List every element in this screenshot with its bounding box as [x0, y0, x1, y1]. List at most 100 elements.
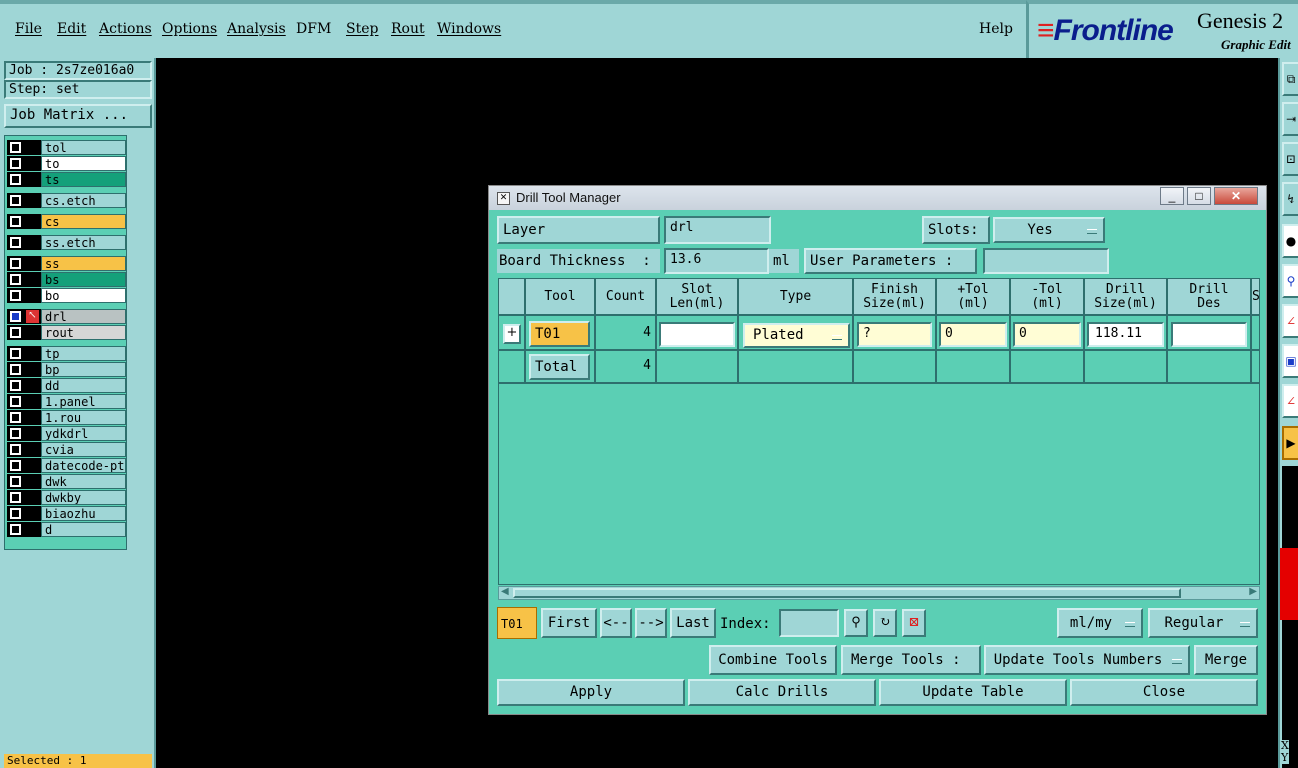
menu-actions[interactable]: Actions — [99, 21, 152, 37]
units-dropdown[interactable]: ml/my — [1057, 608, 1143, 638]
layer-name[interactable]: drl — [41, 309, 126, 324]
minus-tol-field[interactable]: 0 — [1013, 322, 1081, 347]
user-parameters-button[interactable]: User Parameters : — [804, 248, 977, 274]
layer-row-cs[interactable]: cs — [7, 214, 126, 229]
window-close-button[interactable]: ✕ — [1214, 187, 1258, 205]
tool-button-1[interactable]: ⧉ — [1282, 62, 1298, 96]
tool-button-4[interactable]: ↯ — [1282, 182, 1298, 216]
layer-row-tol[interactable]: tol — [7, 140, 126, 155]
tool-t01-button[interactable]: T01 — [529, 321, 590, 347]
layer-name[interactable]: ydkdrl — [41, 426, 126, 441]
tool-button-5[interactable]: ● — [1282, 224, 1298, 258]
layer-row-1-rou[interactable]: 1.rou — [7, 410, 126, 425]
layer-checkbox[interactable] — [10, 348, 21, 359]
layer-row-ydkdrl[interactable]: ydkdrl — [7, 426, 126, 441]
previous-button[interactable]: <-- — [600, 608, 632, 638]
layer-name[interactable]: dwk — [41, 474, 126, 489]
layer-checkbox[interactable] — [10, 195, 21, 206]
layer-name[interactable]: tol — [41, 140, 126, 155]
index-field[interactable] — [779, 609, 839, 637]
menu-rout[interactable]: Rout — [391, 21, 425, 37]
drill-size-field[interactable]: 118.11 — [1087, 322, 1164, 347]
layer-row-rout[interactable]: rout — [7, 325, 126, 340]
layer-row-ts[interactable]: ts — [7, 172, 126, 187]
layer-name[interactable]: dd — [41, 378, 126, 393]
menu-analysis[interactable]: Analysis — [227, 21, 286, 37]
row-expand-icon[interactable]: + — [503, 324, 521, 344]
apply-button[interactable]: Apply — [497, 679, 685, 706]
finish-size-field[interactable]: ? — [857, 322, 932, 347]
layer-name[interactable]: datecode-pt — [41, 458, 126, 473]
layer-name[interactable]: 1.panel — [41, 394, 126, 409]
layer-name[interactable]: bo — [41, 288, 126, 303]
layer-name[interactable]: ss — [41, 256, 126, 271]
layer-checkbox[interactable] — [10, 508, 21, 519]
layer-row-biaozhu[interactable]: biaozhu — [7, 506, 126, 521]
layer-checkbox[interactable] — [10, 396, 21, 407]
update-table-button[interactable]: Update Table — [879, 679, 1067, 706]
menu-dfm[interactable]: DFM — [296, 21, 331, 37]
layer-name[interactable]: ts — [41, 172, 126, 187]
tool-button-3[interactable]: ⊡ — [1282, 142, 1298, 176]
menu-windows[interactable]: Windows — [437, 21, 501, 37]
refresh-icon[interactable]: ↻ — [873, 609, 897, 637]
scroll-right-icon[interactable]: ▶ — [1249, 586, 1257, 597]
tool-button-8[interactable]: ▣ — [1282, 344, 1298, 378]
layer-checkbox[interactable] — [10, 364, 21, 375]
layer-checkbox[interactable] — [10, 216, 21, 227]
layer-name[interactable]: to — [41, 156, 126, 171]
layer-row-1-panel[interactable]: 1.panel — [7, 394, 126, 409]
layer-checkbox[interactable] — [10, 460, 21, 471]
layer-name[interactable]: bp — [41, 362, 126, 377]
layer-name[interactable]: tp — [41, 346, 126, 361]
layer-checkbox[interactable] — [10, 237, 21, 248]
layer-row-cvia[interactable]: cvia — [7, 442, 126, 457]
layer-name[interactable]: 1.rou — [41, 410, 126, 425]
combine-tools-button[interactable]: Combine Tools — [709, 645, 837, 675]
layer-checkbox[interactable] — [10, 142, 21, 153]
layer-checkbox[interactable] — [10, 428, 21, 439]
menu-file[interactable]: File — [15, 21, 42, 37]
merge-option-dropdown[interactable]: Update Tools Numbers — [984, 645, 1190, 675]
layer-checkbox[interactable] — [10, 412, 21, 423]
layer-row-dd[interactable]: dd — [7, 378, 126, 393]
layer-row-ss-etch[interactable]: ss.etch — [7, 235, 126, 250]
tool-button-10[interactable]: ▶ — [1282, 426, 1298, 460]
mode-dropdown[interactable]: Regular — [1148, 608, 1258, 638]
layer-row-bp[interactable]: bp — [7, 362, 126, 377]
tool-button-7[interactable]: ∠ — [1282, 304, 1298, 338]
scroll-thumb[interactable] — [513, 588, 1181, 598]
scroll-left-icon[interactable]: ◀ — [501, 586, 509, 597]
layer-row-cs-etch[interactable]: cs.etch — [7, 193, 126, 208]
layer-checkbox[interactable] — [10, 492, 21, 503]
delete-icon[interactable]: ⊠ — [902, 609, 926, 637]
layer-name[interactable]: bs — [41, 272, 126, 287]
layer-checkbox[interactable] — [10, 274, 21, 285]
tool-button-2[interactable]: ⇥ — [1282, 102, 1298, 136]
drill-des-field[interactable] — [1171, 322, 1247, 347]
menu-step[interactable]: Step — [346, 21, 378, 37]
layer-row-dwk[interactable]: dwk — [7, 474, 126, 489]
maximize-button[interactable]: □ — [1187, 187, 1211, 205]
slot-len-field[interactable] — [659, 322, 735, 347]
last-button[interactable]: Last — [670, 608, 716, 638]
slots-dropdown[interactable]: Yes — [993, 217, 1105, 243]
merge-button[interactable]: Merge — [1194, 645, 1258, 675]
layer-row-tp[interactable]: tp — [7, 346, 126, 361]
tool-button-9[interactable]: ∠ — [1282, 384, 1298, 418]
layer-name[interactable]: cvia — [41, 442, 126, 457]
layer-checkbox[interactable] — [10, 476, 21, 487]
type-dropdown[interactable]: Plated — [743, 323, 850, 348]
layer-checkbox[interactable] — [10, 290, 21, 301]
layer-name[interactable]: cs — [41, 214, 126, 229]
search-icon[interactable]: ⚲ — [844, 609, 868, 637]
plus-tol-field[interactable]: 0 — [939, 322, 1007, 347]
layer-checkbox[interactable] — [10, 158, 21, 169]
layer-row-dwkby[interactable]: dwkby — [7, 490, 126, 505]
close-button[interactable]: Close — [1070, 679, 1258, 706]
layer-row-datecode-pt[interactable]: datecode-pt — [7, 458, 126, 473]
layer-name[interactable]: cs.etch — [41, 193, 126, 208]
calc-drills-button[interactable]: Calc Drills — [688, 679, 876, 706]
first-button[interactable]: First — [541, 608, 597, 638]
layer-row-d[interactable]: d — [7, 522, 126, 537]
